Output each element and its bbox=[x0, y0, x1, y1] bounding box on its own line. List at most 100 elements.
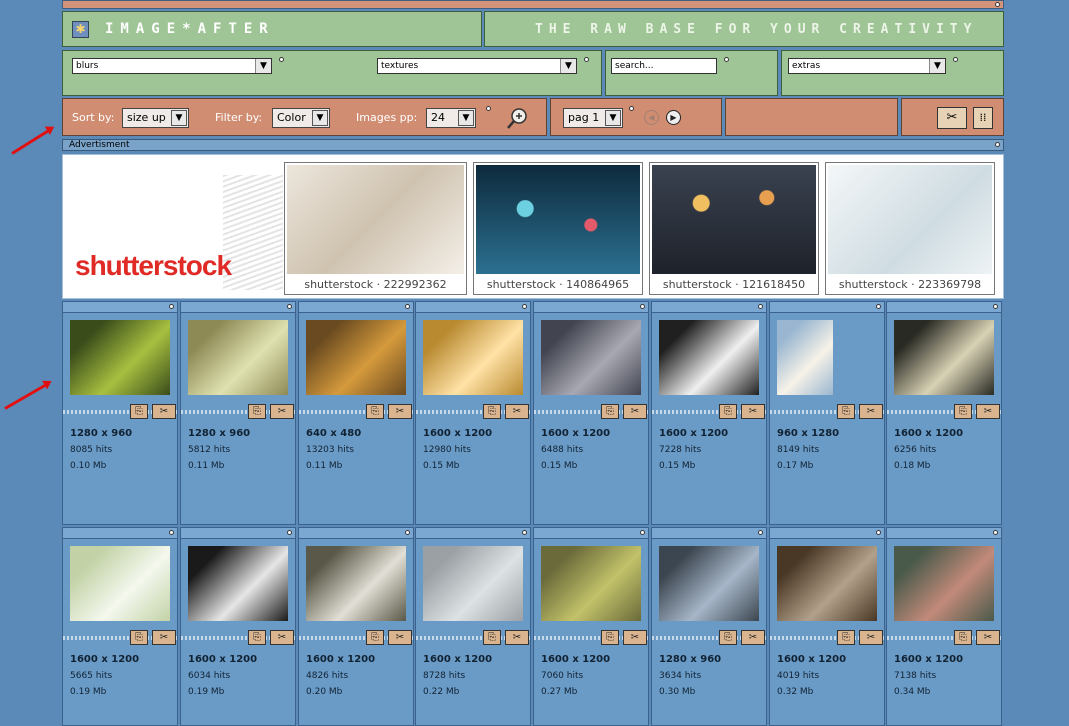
download-icon[interactable]: ⎘ bbox=[954, 404, 972, 419]
image-card[interactable]: ⎘ ✂ 1600 x 1200 5665 hits 0.19 Mb bbox=[62, 527, 178, 726]
image-thumbnail[interactable] bbox=[659, 546, 759, 621]
info-dot[interactable] bbox=[169, 530, 174, 535]
image-card[interactable]: ⎘ ✂ 1600 x 1200 6488 hits 0.15 Mb bbox=[533, 301, 649, 525]
image-card[interactable]: ⎘ ✂ 1600 x 1200 8728 hits 0.22 Mb bbox=[415, 527, 531, 726]
image-thumbnail[interactable] bbox=[541, 320, 641, 395]
lightbox-add-icon[interactable]: ✂ bbox=[976, 404, 1000, 419]
extras-select[interactable]: extras ▼ bbox=[788, 58, 946, 74]
info-dot[interactable] bbox=[522, 530, 527, 535]
info-dot[interactable] bbox=[995, 142, 1000, 147]
lightbox-add-icon[interactable]: ✂ bbox=[741, 404, 765, 419]
info-dot[interactable] bbox=[876, 530, 881, 535]
image-card[interactable]: ⎘ ✂ 1600 x 1200 4826 hits 0.20 Mb bbox=[298, 527, 414, 726]
image-card[interactable]: ⎘ ✂ 1600 x 1200 6256 hits 0.18 Mb bbox=[886, 301, 1002, 525]
image-card[interactable]: ⎘ ✂ 1600 x 1200 12980 hits 0.15 Mb bbox=[415, 301, 531, 525]
shutterstock-logo[interactable]: shutterstock bbox=[75, 250, 232, 282]
info-dot[interactable] bbox=[640, 530, 645, 535]
download-icon[interactable]: ⎘ bbox=[837, 404, 855, 419]
image-card[interactable]: ⎘ ✂ 960 x 1280 8149 hits 0.17 Mb bbox=[769, 301, 885, 525]
info-dot[interactable] bbox=[629, 106, 634, 111]
info-dot[interactable] bbox=[486, 106, 491, 111]
lightbox-add-icon[interactable]: ✂ bbox=[270, 630, 294, 645]
info-dot[interactable] bbox=[287, 304, 292, 309]
image-card[interactable]: ⎘ ✂ 1280 x 960 5812 hits 0.11 Mb bbox=[180, 301, 296, 525]
lightbox-add-icon[interactable]: ✂ bbox=[152, 404, 176, 419]
info-dot[interactable] bbox=[993, 304, 998, 309]
info-dot[interactable] bbox=[876, 304, 881, 309]
download-icon[interactable]: ⎘ bbox=[954, 630, 972, 645]
image-card[interactable]: ⎘ ✂ 640 x 480 13203 hits 0.11 Mb bbox=[298, 301, 414, 525]
info-dot[interactable] bbox=[522, 304, 527, 309]
info-dot[interactable] bbox=[405, 304, 410, 309]
info-dot[interactable] bbox=[993, 530, 998, 535]
download-icon[interactable]: ⎘ bbox=[483, 404, 501, 419]
lightbox-add-icon[interactable]: ✂ bbox=[623, 630, 647, 645]
image-thumbnail[interactable] bbox=[659, 320, 759, 395]
sort-select[interactable]: size up ▼ bbox=[122, 108, 189, 128]
images-pp-select[interactable]: 24 ▼ bbox=[426, 108, 476, 128]
image-thumbnail[interactable] bbox=[188, 320, 288, 395]
category-select-1[interactable]: blurs ▼ bbox=[72, 58, 272, 74]
download-icon[interactable]: ⎘ bbox=[130, 404, 148, 419]
download-icon[interactable]: ⎘ bbox=[719, 404, 737, 419]
download-icon[interactable]: ⎘ bbox=[719, 630, 737, 645]
grid-view-icon[interactable]: ⁞⁞ bbox=[973, 107, 993, 129]
prev-page-icon[interactable]: ◀ bbox=[644, 110, 659, 125]
image-card[interactable]: ⎘ ✂ 1280 x 960 8085 hits 0.10 Mb bbox=[62, 301, 178, 525]
image-card[interactable]: ⎘ ✂ 1280 x 960 3634 hits 0.30 Mb bbox=[651, 527, 767, 726]
page-select[interactable]: pag 1 ▼ bbox=[563, 108, 623, 128]
info-dot[interactable] bbox=[640, 304, 645, 309]
advert-image-4[interactable]: shutterstock · 223369798 bbox=[825, 162, 995, 295]
image-thumbnail[interactable] bbox=[188, 546, 288, 621]
image-thumbnail[interactable] bbox=[70, 320, 170, 395]
lightbox-add-icon[interactable]: ✂ bbox=[388, 630, 412, 645]
zoom-icon[interactable] bbox=[506, 106, 530, 130]
toggle-dot[interactable] bbox=[995, 2, 1000, 7]
lightbox-add-icon[interactable]: ✂ bbox=[152, 630, 176, 645]
image-thumbnail[interactable] bbox=[541, 546, 641, 621]
info-dot[interactable] bbox=[169, 304, 174, 309]
download-icon[interactable]: ⎘ bbox=[248, 404, 266, 419]
advert-image-1[interactable]: shutterstock · 222992362 bbox=[284, 162, 467, 295]
info-dot[interactable] bbox=[405, 530, 410, 535]
category-select-2[interactable]: textures ▼ bbox=[377, 58, 577, 74]
image-card[interactable]: ⎘ ✂ 1600 x 1200 7228 hits 0.15 Mb bbox=[651, 301, 767, 525]
image-thumbnail[interactable] bbox=[423, 546, 523, 621]
image-card[interactable]: ⎘ ✂ 1600 x 1200 7138 hits 0.34 Mb bbox=[886, 527, 1002, 726]
download-icon[interactable]: ⎘ bbox=[601, 630, 619, 645]
site-logo[interactable]: IMAGE*AFTER bbox=[105, 21, 275, 37]
download-icon[interactable]: ⎘ bbox=[837, 630, 855, 645]
download-icon[interactable]: ⎘ bbox=[130, 630, 148, 645]
image-thumbnail[interactable] bbox=[70, 546, 170, 621]
lightbox-add-icon[interactable]: ✂ bbox=[623, 404, 647, 419]
lightbox-add-icon[interactable]: ✂ bbox=[859, 630, 883, 645]
lightbox-add-icon[interactable]: ✂ bbox=[976, 630, 1000, 645]
image-thumbnail[interactable] bbox=[777, 546, 877, 621]
advert-image-2[interactable]: shutterstock · 140864965 bbox=[473, 162, 643, 295]
download-icon[interactable]: ⎘ bbox=[601, 404, 619, 419]
lightbox-add-icon[interactable]: ✂ bbox=[505, 404, 529, 419]
info-dot[interactable] bbox=[584, 57, 589, 62]
download-icon[interactable]: ⎘ bbox=[366, 404, 384, 419]
download-icon[interactable]: ⎘ bbox=[248, 630, 266, 645]
image-thumbnail[interactable] bbox=[423, 320, 523, 395]
lightbox-icon[interactable]: ✂ bbox=[937, 107, 967, 129]
lightbox-add-icon[interactable]: ✂ bbox=[388, 404, 412, 419]
image-card[interactable]: ⎘ ✂ 1600 x 1200 7060 hits 0.27 Mb bbox=[533, 527, 649, 726]
info-dot[interactable] bbox=[953, 57, 958, 62]
filter-select[interactable]: Color ▼ bbox=[272, 108, 330, 128]
lightbox-add-icon[interactable]: ✂ bbox=[505, 630, 529, 645]
lightbox-add-icon[interactable]: ✂ bbox=[859, 404, 883, 419]
download-icon[interactable]: ⎘ bbox=[483, 630, 501, 645]
lightbox-add-icon[interactable]: ✂ bbox=[741, 630, 765, 645]
lightbox-add-icon[interactable]: ✂ bbox=[270, 404, 294, 419]
image-card[interactable]: ⎘ ✂ 1600 x 1200 6034 hits 0.19 Mb bbox=[180, 527, 296, 726]
info-dot[interactable] bbox=[758, 530, 763, 535]
image-thumbnail[interactable] bbox=[777, 320, 833, 395]
info-dot[interactable] bbox=[287, 530, 292, 535]
next-page-icon[interactable]: ▶ bbox=[666, 110, 681, 125]
image-thumbnail[interactable] bbox=[894, 320, 994, 395]
info-dot[interactable] bbox=[758, 304, 763, 309]
info-dot[interactable] bbox=[279, 57, 284, 62]
search-input[interactable]: search... bbox=[611, 58, 717, 74]
